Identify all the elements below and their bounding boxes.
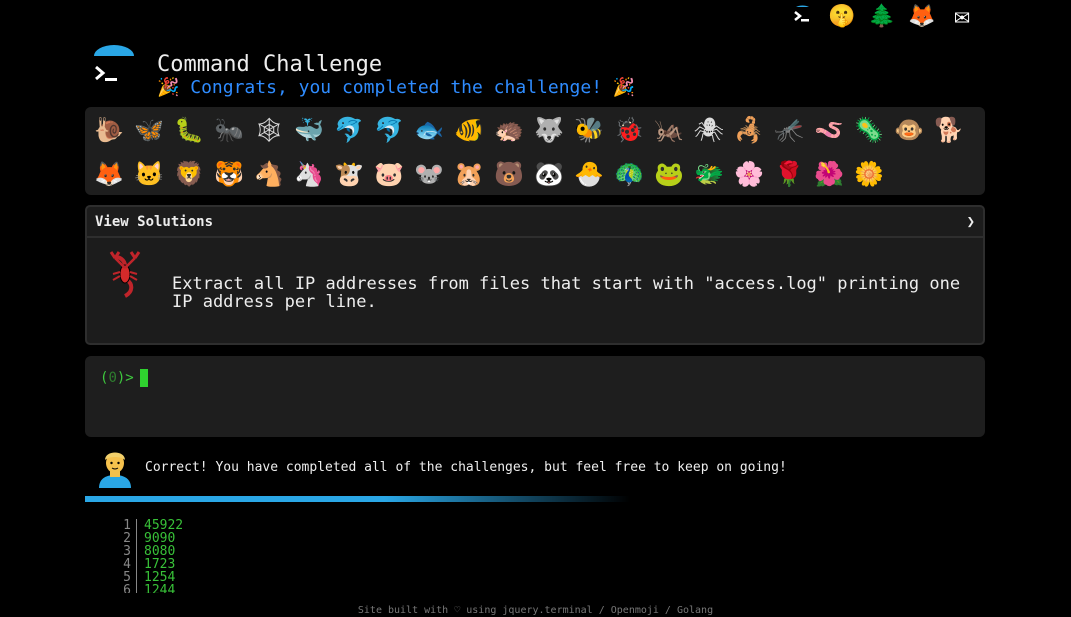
line-number: 1 xyxy=(98,519,137,532)
critter-whale[interactable]: 🐳 xyxy=(289,110,329,150)
output-line: 5 1254 xyxy=(98,571,398,584)
critter-fly[interactable]: 🦟 xyxy=(769,110,809,150)
critter-spider[interactable]: 🕷 xyxy=(689,110,729,150)
challenge-critter-bar: 🐌 🦋 🐛 🐜 🕸 🐳 🐬 🐬 🐟 🐠 🦔 🐺 🐝 🐞 🦗 🕷 🦂 🦟 🪱 🦠 … xyxy=(85,107,985,195)
user-avatar-icon xyxy=(99,452,131,488)
top-links: 🤫 🌲 🦊 ✉ xyxy=(786,0,978,32)
critter-unicorn[interactable]: 🦄 xyxy=(289,154,329,194)
terminal-icon[interactable] xyxy=(786,0,818,32)
critter-rose[interactable]: 🌹 xyxy=(769,154,809,194)
command-output: 1 45922 2 9090 3 8080 4 1723 5 1254 6 1244 xyxy=(98,519,398,593)
output-line: 4 1723 xyxy=(98,558,398,571)
challenge-panel: View Solutions ❯ Extract all IP addresse… xyxy=(85,205,985,345)
critter-dolphin[interactable]: 🐬 xyxy=(329,110,369,150)
shushing-face-icon[interactable]: 🤫 xyxy=(826,0,858,32)
output-line: 2 9090 xyxy=(98,532,398,545)
critter-web[interactable]: 🕸 xyxy=(249,110,289,150)
gitlab-icon[interactable]: 🦊 xyxy=(906,0,938,32)
mail-icon[interactable]: ✉ xyxy=(946,0,978,32)
critter-frog[interactable]: 🐸 xyxy=(649,154,689,194)
line-number: 5 xyxy=(98,571,137,584)
critter-microbe[interactable]: 🦠 xyxy=(849,110,889,150)
critter-caterpillar[interactable]: 🐛 xyxy=(169,110,209,150)
critter-hedgehog[interactable]: 🦔 xyxy=(489,110,529,150)
progress-bar xyxy=(85,496,630,502)
critter-cow[interactable]: 🐮 xyxy=(329,154,369,194)
critter-lion[interactable]: 🦁 xyxy=(169,154,209,194)
critter-fox[interactable]: 🦊 xyxy=(89,154,129,194)
view-solutions-label: View Solutions xyxy=(95,213,214,230)
page-title: Command Challenge xyxy=(157,52,383,77)
critter-snail[interactable]: 🐌 xyxy=(89,110,129,150)
critter-shark[interactable]: 🐬 xyxy=(369,110,409,150)
critter-cricket[interactable]: 🦗 xyxy=(649,110,689,150)
terminal[interactable]: (0)> xyxy=(85,356,985,437)
critter-ant[interactable]: 🐜 xyxy=(209,110,249,150)
critter-monkey[interactable]: 🐵 xyxy=(889,110,929,150)
output-line: 6 1244 xyxy=(98,584,398,593)
critter-butterfly[interactable]: 🦋 xyxy=(129,110,169,150)
critter-worm[interactable]: 🪱 xyxy=(809,110,849,150)
footer: Site built with ♡ using jquery.terminal … xyxy=(357,605,714,616)
critter-horse[interactable]: 🐴 xyxy=(249,154,289,194)
challenge-description: Extract all IP addresses from files that… xyxy=(172,274,961,312)
line-number: 2 xyxy=(98,532,137,545)
critter-fish[interactable]: 🐟 xyxy=(409,110,449,150)
line-number: 3 xyxy=(98,545,137,558)
critter-dragon[interactable]: 🐲 xyxy=(689,154,729,194)
critter-hibiscus[interactable]: 🌺 xyxy=(809,154,849,194)
critter-cherry-blossom[interactable]: 🌸 xyxy=(729,154,769,194)
line-value: 1244 xyxy=(144,583,176,593)
output-line: 3 8080 xyxy=(98,545,398,558)
critter-cat[interactable]: 🐱 xyxy=(129,154,169,194)
critter-mouse[interactable]: 🐭 xyxy=(409,154,449,194)
congrats-message: 🎉 Congrats, you completed the challenge!… xyxy=(157,77,636,98)
logo-icon xyxy=(94,45,134,81)
critter-daisy[interactable]: 🌼 xyxy=(849,154,889,194)
critter-chick[interactable]: 🐣 xyxy=(569,154,609,194)
critter-peacock[interactable]: 🦚 xyxy=(609,154,649,194)
line-number: 4 xyxy=(98,558,137,571)
critter-bear[interactable]: 🐻 xyxy=(489,154,529,194)
critter-pig[interactable]: 🐷 xyxy=(369,154,409,194)
critter-bee[interactable]: 🐝 xyxy=(569,110,609,150)
terminal-prompt: (0)> xyxy=(100,369,148,387)
scorpion-icon xyxy=(109,251,141,298)
view-solutions-toggle[interactable]: View Solutions ❯ xyxy=(87,207,983,238)
output-line: 1 45922 xyxy=(98,519,398,532)
critter-ladybug[interactable]: 🐞 xyxy=(609,110,649,150)
critter-hamster[interactable]: 🐹 xyxy=(449,154,489,194)
critter-scorpion[interactable]: 🦂 xyxy=(729,110,769,150)
critter-row-2: 🦊 🐱 🦁 🐯 🐴 🦄 🐮 🐷 🐭 🐹 🐻 🐼 🐣 🦚 🐸 🐲 🌸 🌹 🌺 🌼 xyxy=(85,154,889,194)
critter-wolf[interactable]: 🐺 xyxy=(529,110,569,150)
terminal-cursor[interactable] xyxy=(139,369,148,387)
critter-tiger[interactable]: 🐯 xyxy=(209,154,249,194)
critter-panda[interactable]: 🐼 xyxy=(529,154,569,194)
critter-dog[interactable]: 🐕 xyxy=(929,110,969,150)
tree-icon[interactable]: 🌲 xyxy=(866,0,898,32)
line-number: 6 xyxy=(98,584,137,593)
challenge-body: Extract all IP addresses from files that… xyxy=(87,238,983,343)
result-message: Correct! You have completed all of the c… xyxy=(145,460,787,475)
critter-tropical-fish[interactable]: 🐠 xyxy=(449,110,489,150)
prompt-counter: 0 xyxy=(108,370,117,386)
critter-row-1: 🐌 🦋 🐛 🐜 🕸 🐳 🐬 🐬 🐟 🐠 🦔 🐺 🐝 🐞 🦗 🕷 🦂 🦟 🪱 🦠 … xyxy=(85,110,969,150)
chevron-right-icon: ❯ xyxy=(966,213,975,230)
